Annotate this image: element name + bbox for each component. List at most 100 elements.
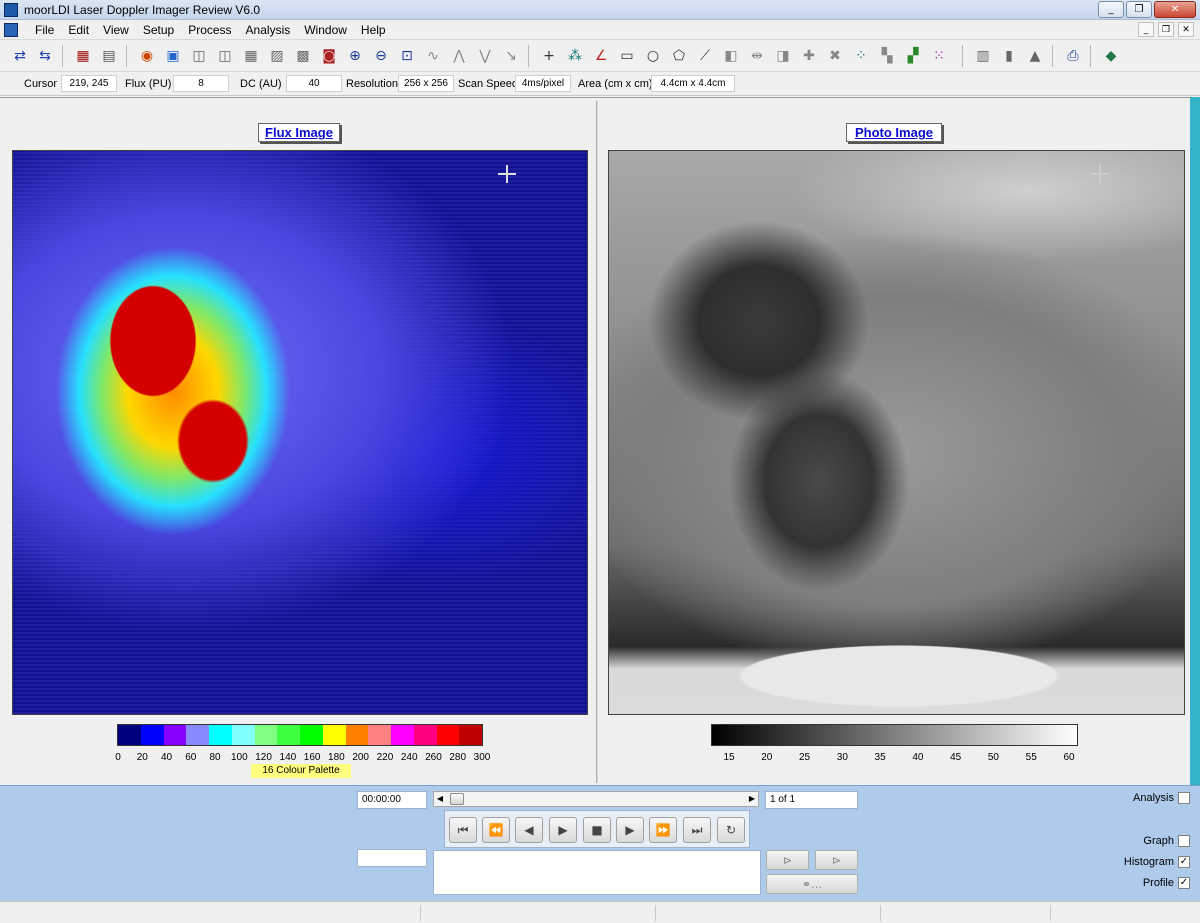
slider-left-arrow-icon[interactable]: ◀ (435, 793, 445, 805)
profile-icon[interactable]: ▲ (1025, 46, 1045, 66)
child-restore-button[interactable]: ❐ (1158, 22, 1174, 37)
annotation-field[interactable] (357, 849, 427, 867)
marker-left-button[interactable]: ⊳ (766, 850, 809, 870)
dual-view-icon[interactable]: ◫ (215, 46, 235, 66)
area-value: 4.4cm x 4.4cm (651, 75, 735, 92)
zoom-in-icon[interactable]: ⊕ (345, 46, 365, 66)
fast-forward-button[interactable]: ⏩ (649, 817, 677, 843)
loop-button[interactable]: ↻ (717, 817, 745, 843)
histogram-checkbox[interactable]: ✓ (1178, 856, 1190, 868)
pointer-icon[interactable]: + (539, 46, 559, 66)
palette-name[interactable]: 16 Colour Palette (251, 764, 351, 778)
menu-process[interactable]: Process (181, 23, 238, 37)
document-icon[interactable] (4, 23, 18, 37)
pane-divider[interactable] (596, 101, 598, 783)
roi-align-icon[interactable]: ▚ (877, 46, 897, 66)
rewind-button[interactable]: ⏪ (482, 817, 510, 843)
print-icon[interactable]: ⎙ (1063, 46, 1083, 66)
palette-swatch (345, 725, 369, 745)
profile-checkbox[interactable]: ✓ (1178, 877, 1190, 889)
grayscale-tick-label: 30 (836, 752, 848, 763)
statistics-icon[interactable]: ▥ (973, 46, 993, 66)
child-close-button[interactable]: ✕ (1178, 22, 1194, 37)
menu-edit[interactable]: Edit (61, 23, 96, 37)
slider-right-arrow-icon[interactable]: ▶ (747, 793, 757, 805)
menu-setup[interactable]: Setup (136, 23, 181, 37)
marker-right-button[interactable]: ⊳ (815, 850, 858, 870)
play-button[interactable]: ▶ (549, 817, 577, 843)
filter-icon[interactable]: ▨ (267, 46, 287, 66)
close-button[interactable]: ✕ (1154, 1, 1196, 18)
image-view-icon[interactable]: ▣ (163, 46, 183, 66)
step-forward-button[interactable]: ▶ (616, 817, 644, 843)
grayscale-tick-label: 20 (761, 752, 773, 763)
roi-points-icon[interactable]: ⁘ (851, 46, 871, 66)
zoom-fit-icon[interactable]: ⊡ (397, 46, 417, 66)
report-icon[interactable]: ▤ (99, 46, 119, 66)
flux-label: Flux (PU) (125, 78, 172, 90)
menu-window[interactable]: Window (297, 23, 354, 37)
rectangle-roi-icon[interactable]: ▭ (617, 46, 637, 66)
scan-speed-value: 4ms/pixel (515, 75, 571, 92)
step-back-button[interactable]: ◀ (515, 817, 543, 843)
frame-slider[interactable]: ◀ ▶ (433, 791, 759, 807)
photo-image[interactable] (608, 150, 1185, 715)
menu-analysis[interactable]: Analysis (239, 23, 298, 37)
time-field[interactable]: 00:00:00 (357, 791, 427, 809)
notes-field[interactable] (433, 850, 761, 895)
roi-move-icon[interactable]: ⇹ (747, 46, 767, 66)
menu-help[interactable]: Help (354, 23, 393, 37)
grayscale-tick-label: 35 (874, 752, 886, 763)
roi-delete-icon[interactable]: ✖ (825, 46, 845, 66)
palette-swatch (163, 725, 187, 745)
roi-copy-icon[interactable]: ◨ (773, 46, 793, 66)
palette-tick-label: 300 (473, 752, 491, 763)
peak-icon[interactable]: ⋁ (475, 46, 495, 66)
roi-grid-icon[interactable]: ▞ (903, 46, 923, 66)
curve-icon[interactable]: ∿ (423, 46, 443, 66)
roi-select-icon[interactable]: ◧ (721, 46, 741, 66)
freehand-roi-icon[interactable]: ⟋ (695, 46, 715, 66)
last-frame-button[interactable]: ⏭ (683, 817, 711, 843)
split-view-icon[interactable]: ◫ (189, 46, 209, 66)
child-minimize-button[interactable]: _ (1138, 22, 1154, 37)
polygon-roi-icon[interactable]: ⬠ (669, 46, 689, 66)
grid-view-icon[interactable]: ▦ (241, 46, 261, 66)
graph-checkbox[interactable] (1178, 835, 1190, 847)
palette-swatch (140, 725, 164, 745)
minimize-button[interactable]: _ (1098, 1, 1124, 18)
print-setup-icon[interactable]: ▦ (73, 46, 93, 66)
maximize-button[interactable]: ❐ (1126, 1, 1152, 18)
palette-tick-label: 180 (328, 752, 345, 763)
zoom-out-icon[interactable]: ⊖ (371, 46, 391, 66)
line-roi-icon[interactable]: ∠ (591, 46, 611, 66)
menu-view[interactable]: View (96, 23, 136, 37)
flux-image[interactable] (12, 150, 588, 715)
analysis-option: Analysis (1133, 792, 1190, 804)
stop-button[interactable]: ■ (583, 817, 611, 843)
search-button[interactable]: ⚭… (766, 874, 858, 894)
analysis-checkbox[interactable] (1178, 792, 1190, 804)
palette-icon[interactable]: ◉ (137, 46, 157, 66)
menu-file[interactable]: File (28, 23, 61, 37)
slider-thumb[interactable] (450, 793, 464, 805)
cursor-value: 219, 245 (61, 75, 117, 92)
help-book-icon[interactable]: ◆ (1101, 46, 1121, 66)
camera-icon[interactable]: ◙ (319, 46, 339, 66)
open-icon[interactable]: ⇄ (10, 46, 30, 66)
palette-tick-label: 80 (209, 752, 221, 763)
palette-tick-label: 220 (376, 752, 394, 763)
save-icon[interactable]: ⇆ (35, 46, 55, 66)
multi-point-icon[interactable]: ⁂ (565, 46, 585, 66)
histogram-icon[interactable]: ▮ (999, 46, 1019, 66)
roi-colour-icon[interactable]: ⁙ (929, 46, 949, 66)
mosaic-icon[interactable]: ▩ (293, 46, 313, 66)
first-frame-button[interactable]: ⏮ (449, 817, 477, 843)
roi-add-icon[interactable]: ✚ (799, 46, 819, 66)
ellipse-roi-icon[interactable]: ○ (643, 46, 663, 66)
baseline-icon[interactable]: ⋀ (449, 46, 469, 66)
profile-option: Profile ✓ (1143, 877, 1190, 889)
graph-option: Graph (1143, 835, 1190, 847)
palette-swatch (186, 725, 209, 745)
trend-icon[interactable]: ↘ (501, 46, 521, 66)
